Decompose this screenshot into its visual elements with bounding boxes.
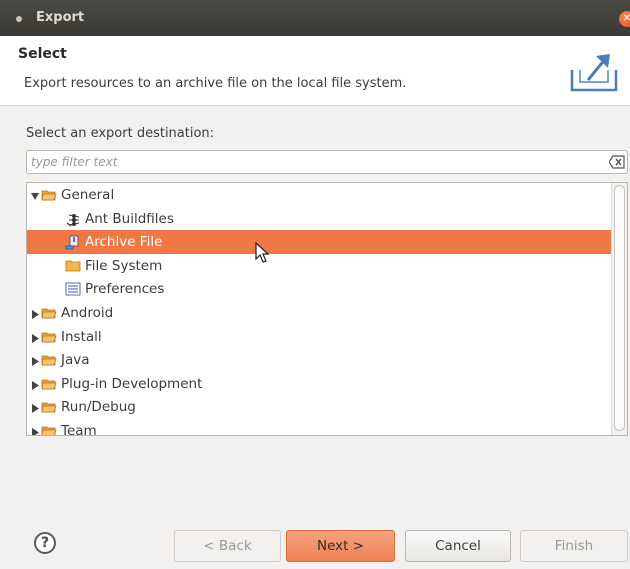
expand-arrow-right-icon[interactable] [31, 426, 39, 435]
tree-item-install[interactable]: Install [27, 325, 612, 349]
expand-arrow-right-icon[interactable] [31, 402, 39, 414]
folder-open-icon [41, 352, 57, 368]
expand-arrow-right-icon[interactable] [31, 332, 39, 343]
tree-item-general[interactable]: General [27, 183, 612, 207]
export-wizard-icon [570, 54, 618, 92]
mouse-cursor-icon [255, 242, 270, 263]
tree-item-plug-in-development[interactable]: Plug-in Development [27, 372, 612, 396]
tree-item-file-system[interactable]: File System [27, 254, 612, 278]
tree-item-run-debug[interactable]: Run/Debug [27, 395, 612, 419]
destination-label: Select an export destination: [26, 126, 215, 141]
tree-item-label: Team [61, 423, 97, 436]
destination-tree[interactable]: Team Run/Debug Plug-in Development Java Inst… [26, 182, 628, 436]
cancel-button[interactable]: Cancel [405, 530, 511, 562]
scrollbar-thumb[interactable] [614, 185, 625, 431]
filter-field [26, 150, 628, 174]
expand-arrow-right-icon[interactable] [31, 308, 39, 319]
filter-input[interactable] [31, 153, 601, 171]
page-title: Select [18, 46, 67, 62]
folder-open-icon [41, 399, 57, 415]
folder-open-icon [41, 376, 57, 392]
folder-open-icon [41, 329, 57, 345]
tree-item-label: General [61, 187, 115, 203]
archive-icon [65, 234, 81, 250]
folder-icon [65, 258, 81, 274]
close-icon[interactable]: ✕ [619, 11, 630, 27]
tree-item-label: File System [85, 257, 163, 274]
window-menu-icon[interactable] [16, 16, 22, 22]
finish-button[interactable]: Finish [520, 530, 628, 562]
folder-open-icon [41, 423, 57, 435]
next-button[interactable]: Next > [286, 530, 395, 562]
tree-item-team[interactable]: Team [27, 419, 612, 436]
wizard-header: Select Export resources to an archive fi… [0, 36, 630, 106]
folder-open-icon [41, 187, 57, 203]
tree-item-label: Android [61, 305, 114, 321]
preferences-icon [65, 281, 81, 297]
tree-item-label: Ant Buildfiles [85, 210, 174, 227]
expand-arrow-right-icon[interactable] [31, 379, 39, 390]
tree-item-label: Preferences [85, 281, 165, 298]
back-button[interactable]: < Back [174, 530, 281, 562]
tree-item-label: Plug-in Development [61, 375, 203, 392]
ant-icon [65, 211, 81, 227]
tree-item-archive-file[interactable]: Archive File [27, 230, 612, 255]
tree-item-label: Run/Debug [61, 399, 136, 416]
help-button[interactable]: ? [34, 532, 56, 554]
tree-item-preferences[interactable]: Preferences [27, 277, 612, 301]
tree-scrollbar[interactable] [611, 183, 627, 435]
title-bar: Export ✕ [0, 0, 630, 36]
expand-arrow-right-icon[interactable] [31, 355, 39, 367]
page-description: Export resources to an archive file on t… [24, 76, 407, 91]
clear-filter-icon[interactable] [609, 155, 625, 169]
expand-arrow-down-icon[interactable] [31, 190, 39, 200]
tree-item-java[interactable]: Java [27, 348, 612, 372]
window-title: Export [36, 10, 85, 25]
folder-open-icon [41, 305, 57, 321]
tree-item-label: Archive File [85, 234, 163, 251]
tree-item-label: Install [61, 328, 102, 345]
tree-item-android[interactable]: Android [27, 301, 612, 325]
tree-item-ant-buildfiles[interactable]: Ant Buildfiles [27, 207, 612, 231]
tree-item-label: Java [61, 352, 90, 369]
